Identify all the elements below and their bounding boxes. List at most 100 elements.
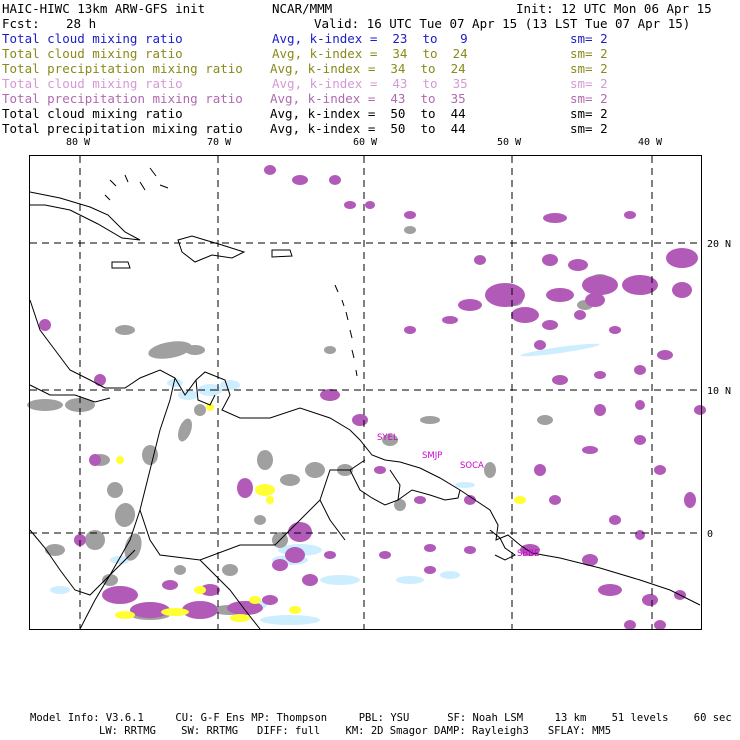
magenta-shading	[302, 574, 318, 586]
magenta-shading	[285, 547, 305, 563]
lon-label: 60 W	[353, 137, 378, 148]
lightblue-shading	[440, 571, 460, 579]
magenta-shading	[684, 492, 696, 508]
lightblue-shading	[320, 575, 360, 585]
coastline	[94, 397, 111, 403]
magenta-shading	[634, 365, 646, 375]
gray-shading	[222, 564, 238, 576]
gray-shading	[280, 474, 300, 486]
lat-label: 0	[707, 529, 713, 540]
coastline	[105, 369, 701, 606]
lightblue-shading	[455, 482, 475, 488]
magenta-shading	[262, 595, 278, 605]
coastline	[29, 299, 106, 389]
coastline	[489, 529, 516, 561]
magenta-shading	[672, 282, 692, 298]
magenta-shading	[404, 326, 416, 334]
map-canvas: SYEL SMJP SOCA SBBE 80 W 70 W 60 W 50 W 40 W 20 …	[27, 137, 731, 630]
magenta-shading	[609, 515, 621, 525]
magenta-shading	[598, 584, 622, 596]
graticule-labels: 80 W 70 W 60 W 50 W 40 W 20 N 10 N 0	[66, 137, 731, 540]
gray-shading	[45, 544, 65, 556]
magenta-shading	[374, 466, 386, 474]
magenta-shading	[534, 464, 546, 476]
coastline	[177, 235, 246, 263]
yellow-shading	[115, 611, 135, 619]
coastline	[271, 249, 293, 258]
yellow-shading	[194, 586, 206, 594]
magenta-shading	[634, 435, 646, 445]
gray-shading	[114, 503, 136, 527]
magenta-shading	[458, 299, 482, 311]
magenta-shading	[635, 530, 645, 540]
magenta-shading	[624, 620, 636, 630]
yellow-shading	[514, 496, 526, 504]
lon-label: 50 W	[497, 137, 522, 148]
magenta-shading	[344, 201, 356, 209]
magenta-shading	[442, 316, 458, 324]
yellow-shading	[266, 496, 274, 504]
gray-shading	[537, 415, 553, 425]
coastline	[111, 261, 131, 269]
magenta-shading	[474, 255, 486, 265]
magenta-shading	[365, 201, 375, 209]
yellow-shading	[116, 456, 124, 464]
magenta-shading	[424, 566, 436, 574]
magenta-shading	[102, 586, 138, 604]
magenta-shading	[511, 307, 539, 323]
magenta-shading	[272, 559, 288, 571]
cloud-shading-layer	[27, 165, 706, 630]
coastline	[397, 489, 461, 501]
lightblue-shading	[220, 380, 240, 390]
magenta-shading	[549, 495, 561, 505]
magenta-shading	[543, 213, 567, 223]
magenta-shading	[352, 414, 368, 426]
lon-label: 80 W	[66, 137, 91, 148]
yellow-shading	[289, 606, 301, 614]
coastline	[319, 499, 346, 541]
lat-label: 20 N	[707, 239, 731, 250]
magenta-shading	[379, 551, 391, 559]
gray-shading	[254, 515, 266, 525]
magenta-shading	[568, 259, 588, 271]
gray-shading	[27, 399, 63, 411]
coastline	[104, 167, 169, 201]
magenta-shading	[582, 275, 618, 295]
magenta-shading	[162, 580, 178, 590]
lightblue-shading	[50, 586, 70, 594]
magenta-shading	[324, 551, 336, 559]
magenta-shading	[574, 310, 586, 320]
magenta-shading	[264, 165, 276, 175]
magenta-shading	[657, 350, 673, 360]
magenta-shading	[635, 400, 645, 410]
station-label: SMJP	[422, 451, 442, 461]
magenta-shading	[94, 374, 106, 386]
gray-shading	[484, 462, 496, 478]
gray-shading	[305, 462, 325, 478]
yellow-shading	[230, 614, 250, 622]
gray-shading	[257, 450, 273, 470]
gray-shading	[324, 346, 336, 354]
magenta-shading	[485, 283, 525, 307]
yellow-shading	[161, 608, 189, 616]
magenta-shading	[542, 254, 558, 266]
station-label: SBBE	[517, 549, 539, 559]
magenta-shading	[288, 522, 312, 542]
model-info-line2: LW: RRTMG SW: RRTMG DIFF: full KM: 2D Sm…	[99, 725, 612, 737]
gray-shading	[194, 404, 206, 416]
magenta-shading	[654, 620, 666, 630]
lightblue-shading	[396, 576, 424, 584]
lightblue-shading	[260, 615, 320, 625]
magenta-shading	[329, 175, 341, 185]
magenta-shading	[622, 275, 658, 295]
magenta-shading	[594, 371, 606, 379]
coastline	[29, 191, 141, 241]
station-label: SYEL	[377, 433, 398, 443]
magenta-shading	[624, 211, 636, 219]
gray-shading	[107, 482, 123, 498]
magenta-shading	[292, 175, 308, 185]
gray-shading	[420, 416, 440, 424]
magenta-shading	[534, 340, 546, 350]
lon-label: 70 W	[207, 137, 232, 148]
yellow-shading	[255, 484, 275, 496]
